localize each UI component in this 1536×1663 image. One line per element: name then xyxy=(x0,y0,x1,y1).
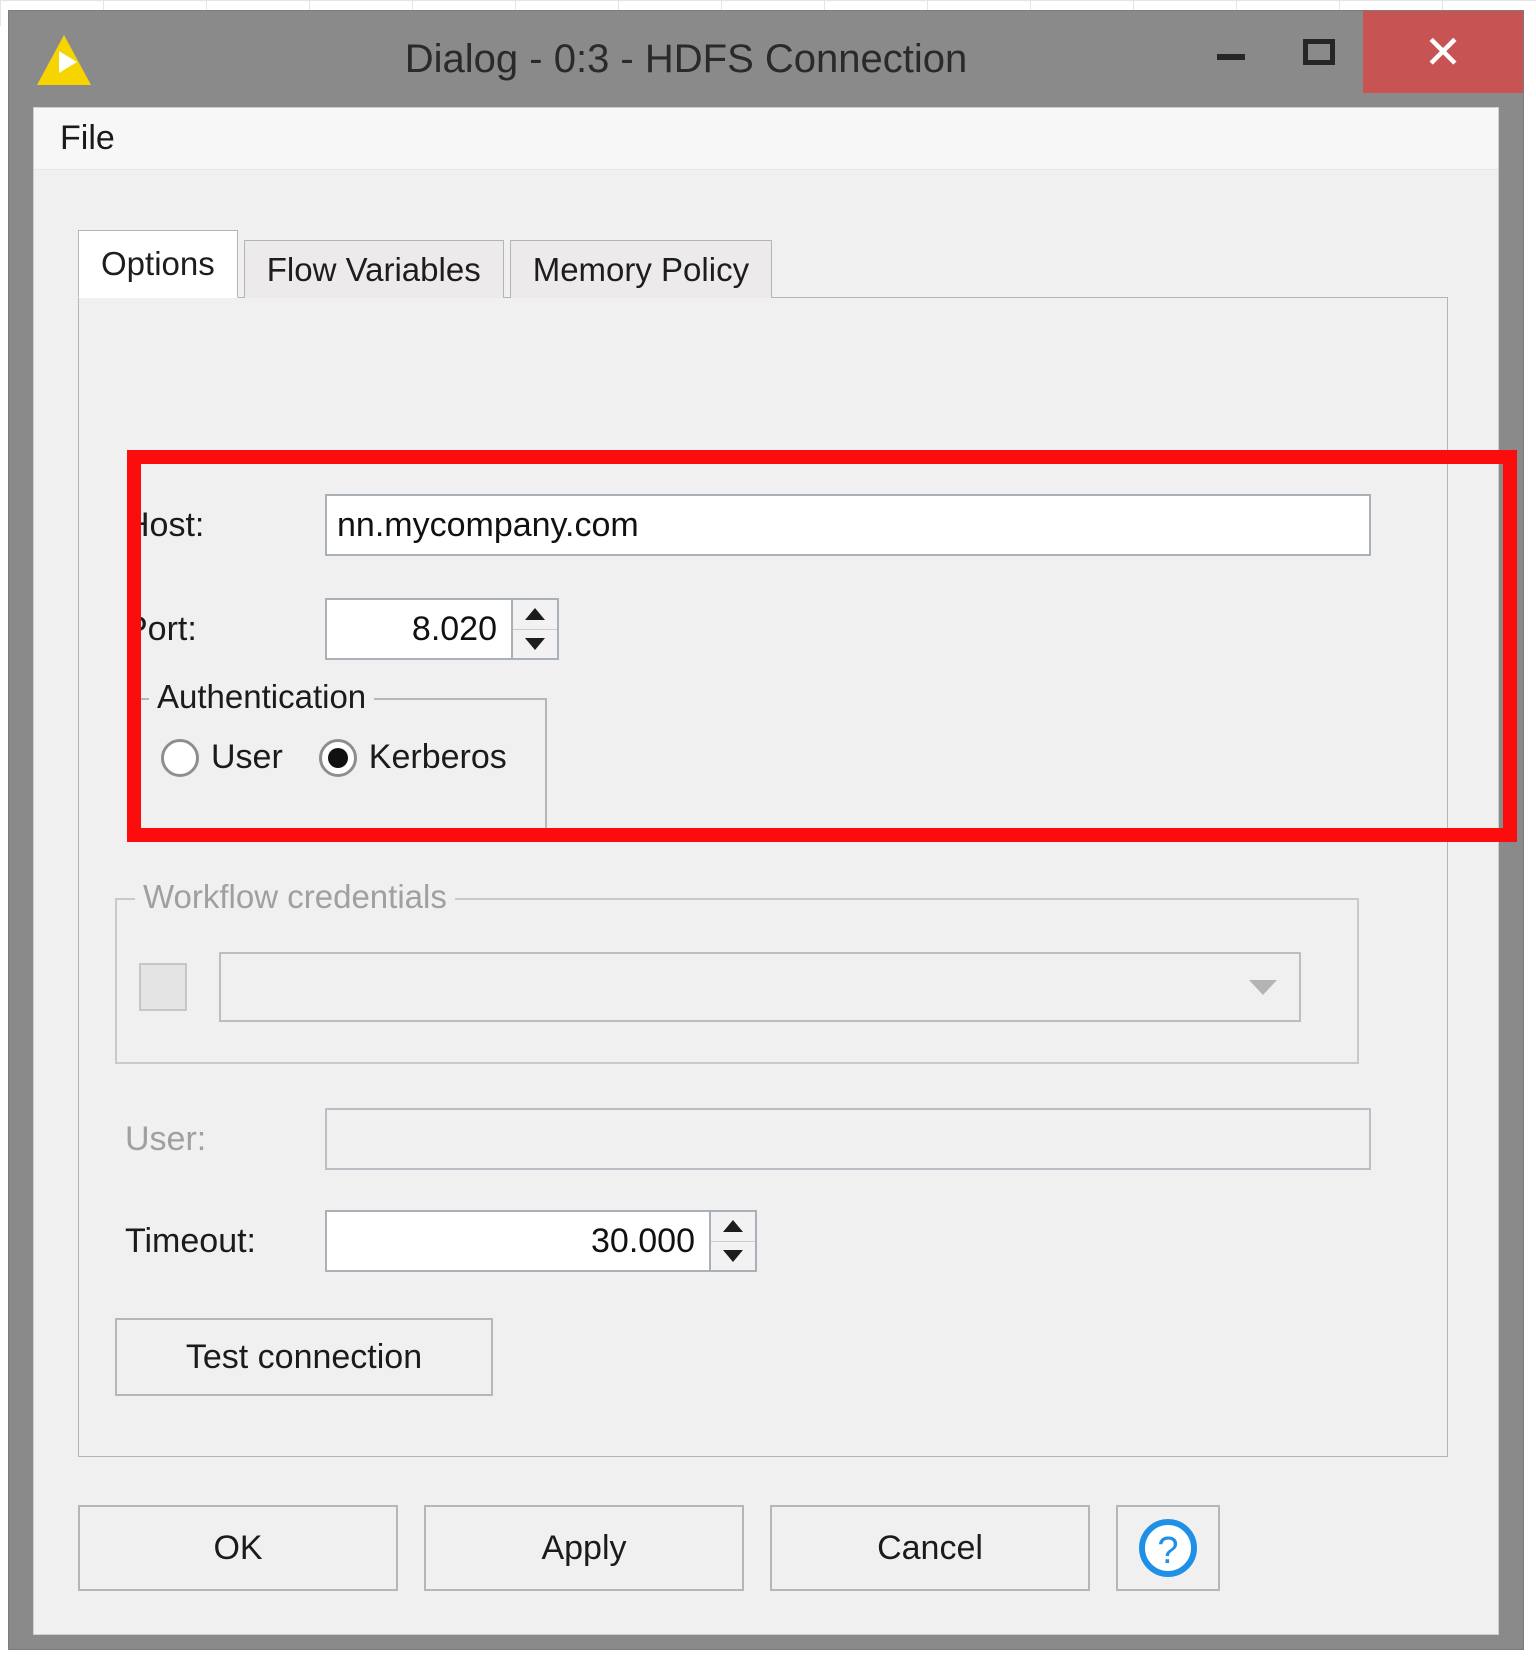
workflow-credentials-dropdown[interactable] xyxy=(219,952,1301,1022)
authentication-group-label: Authentication xyxy=(149,678,375,716)
apply-button[interactable]: Apply xyxy=(424,1505,744,1591)
help-question-icon: ? xyxy=(1137,1517,1199,1579)
radio-kerberos[interactable]: Kerberos xyxy=(318,738,507,777)
dialog-client-area: File Options Flow Variables Memory Polic… xyxy=(33,107,1517,1635)
svg-text:?: ? xyxy=(1157,1530,1178,1572)
knime-triangle-icon xyxy=(35,33,93,87)
close-icon: ✕ xyxy=(1423,26,1463,78)
radio-user[interactable]: User xyxy=(161,738,283,777)
tab-options-label: Options xyxy=(101,245,215,282)
port-input[interactable]: 8.020 xyxy=(325,598,513,660)
user-label: User: xyxy=(125,1119,207,1158)
timeout-stepper-down[interactable] xyxy=(711,1240,755,1271)
authentication-group: Authentication User Kerberos xyxy=(129,678,547,830)
radio-selected-icon xyxy=(318,738,357,777)
minimize-icon xyxy=(1217,54,1245,60)
workflow-credentials-group: Workflow credentials xyxy=(115,878,1359,1064)
triangle-down-icon xyxy=(525,637,545,650)
port-label: Port: xyxy=(125,609,197,648)
triangle-down-icon xyxy=(723,1249,743,1262)
screenshot-root: Dialog - 0:3 - HDFS Connection ✕ File Op… xyxy=(0,0,1536,1663)
workflow-credentials-checkbox[interactable] xyxy=(139,963,187,1011)
port-stepper-up[interactable] xyxy=(513,600,557,629)
test-connection-label: Test connection xyxy=(185,1337,423,1376)
timeout-label: Timeout: xyxy=(125,1221,257,1260)
tab-memory-policy-label: Memory Policy xyxy=(532,250,750,288)
cancel-button-label: Cancel xyxy=(877,1528,983,1567)
tab-strip: Options Flow Variables Memory Policy xyxy=(78,230,778,298)
minimize-button[interactable] xyxy=(1187,11,1275,93)
triangle-up-icon xyxy=(723,1220,743,1233)
port-row: Port: 8.020 xyxy=(125,598,559,660)
help-button[interactable]: ? xyxy=(1116,1505,1220,1591)
dialog-button-bar: OK Apply Cancel ? xyxy=(78,1498,1458,1598)
workflow-credentials-row xyxy=(139,952,1301,1022)
test-connection-button[interactable]: Test connection xyxy=(115,1318,493,1396)
user-input[interactable] xyxy=(325,1108,1371,1170)
host-input-value: nn.mycompany.com xyxy=(337,505,639,544)
chevron-down-icon xyxy=(1249,979,1277,995)
radio-unselected-icon xyxy=(161,738,199,777)
title-bar: Dialog - 0:3 - HDFS Connection ✕ xyxy=(9,11,1523,107)
timeout-input-value: 30.000 xyxy=(591,1221,695,1260)
menu-bar: File xyxy=(34,108,1498,170)
timeout-stepper-up[interactable] xyxy=(711,1212,755,1241)
host-label: Host: xyxy=(125,505,205,544)
radio-kerberos-label: Kerberos xyxy=(368,738,507,776)
apply-button-label: Apply xyxy=(541,1528,627,1567)
port-stepper[interactable] xyxy=(513,598,559,660)
close-button[interactable]: ✕ xyxy=(1363,11,1523,93)
port-stepper-down[interactable] xyxy=(513,628,557,659)
dialog-window: Dialog - 0:3 - HDFS Connection ✕ File Op… xyxy=(8,10,1524,1650)
menu-item-file[interactable]: File xyxy=(60,119,115,158)
port-input-value: 8.020 xyxy=(411,609,497,648)
tab-memory-policy[interactable]: Memory Policy xyxy=(509,240,773,298)
tab-flow-variables[interactable]: Flow Variables xyxy=(243,240,504,298)
host-row: Host: nn.mycompany.com xyxy=(125,494,1371,556)
host-input[interactable]: nn.mycompany.com xyxy=(325,494,1371,556)
timeout-row: Timeout: 30.000 xyxy=(125,1210,757,1272)
radio-user-label: User xyxy=(211,738,283,776)
timeout-stepper[interactable] xyxy=(711,1210,757,1272)
options-panel: Host: nn.mycompany.com Port: 8.020 Authe… xyxy=(78,297,1517,1457)
triangle-up-icon xyxy=(525,608,545,621)
workflow-credentials-group-label: Workflow credentials xyxy=(135,878,455,916)
authentication-radio-list: User Kerberos xyxy=(161,738,507,777)
maximize-icon xyxy=(1303,39,1335,65)
ok-button-label: OK xyxy=(213,1528,263,1567)
maximize-button[interactable] xyxy=(1275,11,1363,93)
timeout-input[interactable]: 30.000 xyxy=(325,1210,711,1272)
cancel-button[interactable]: Cancel xyxy=(770,1505,1090,1591)
user-row: User: xyxy=(125,1108,1371,1170)
ok-button[interactable]: OK xyxy=(78,1505,398,1591)
tab-flow-variables-label: Flow Variables xyxy=(266,250,481,288)
window-controls: ✕ xyxy=(1187,11,1523,93)
tab-options[interactable]: Options xyxy=(78,230,238,298)
